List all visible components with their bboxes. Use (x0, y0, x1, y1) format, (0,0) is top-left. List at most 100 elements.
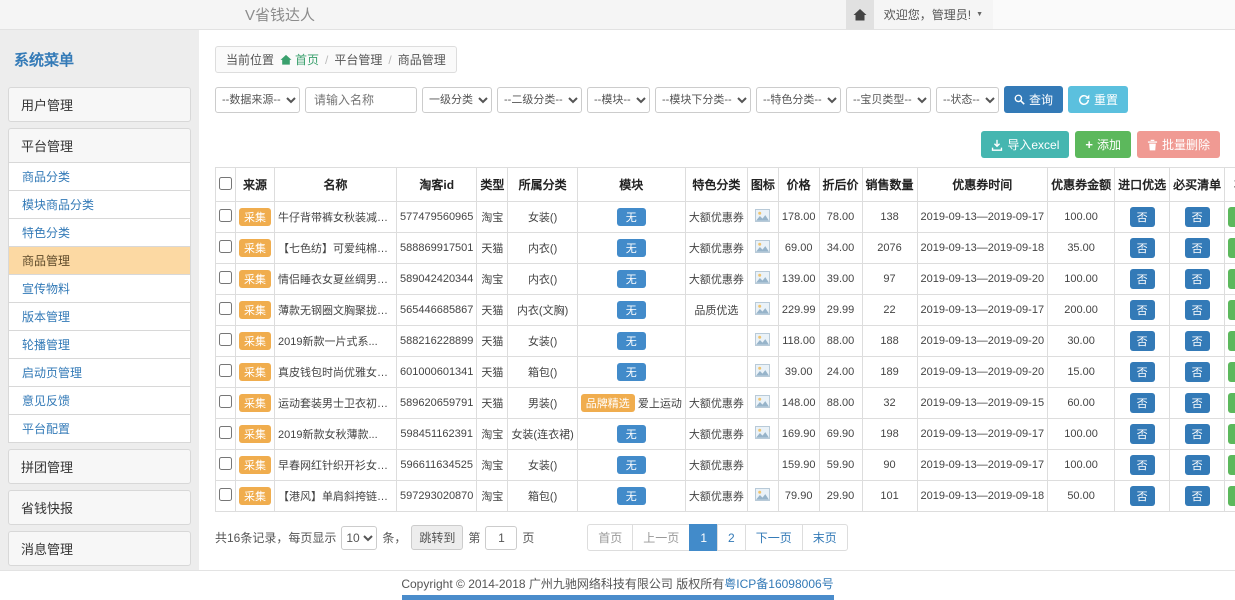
status-button[interactable]: 上架 (1228, 238, 1235, 258)
topbar-home-button[interactable] (846, 0, 874, 29)
sidebar-subitem-7[interactable]: 版本管理 (8, 303, 191, 331)
module-badge: 无 (617, 456, 646, 474)
column-header-0: 来源 (236, 168, 275, 202)
must-buy-toggle[interactable]: 否 (1185, 393, 1210, 413)
user-menu[interactable]: 欢迎您，管理员! ▼ (874, 6, 993, 23)
import-select-toggle[interactable]: 否 (1130, 331, 1155, 351)
status-button[interactable]: 上架 (1228, 393, 1235, 413)
import-select-toggle[interactable]: 否 (1130, 362, 1155, 382)
status-button[interactable]: 上架 (1228, 424, 1235, 444)
pager-button[interactable]: 2 (717, 524, 746, 551)
name-search-input[interactable] (305, 87, 417, 113)
icon-cell (747, 233, 778, 264)
add-button[interactable]: + 添加 (1075, 131, 1131, 158)
status-button[interactable]: 上架 (1228, 455, 1235, 475)
reset-button[interactable]: 重置 (1068, 86, 1128, 113)
sidebar-item-12[interactable]: 拼团管理 (8, 449, 191, 484)
sidebar-subitem-8[interactable]: 轮播管理 (8, 331, 191, 359)
search-button[interactable]: 查询 (1004, 86, 1063, 113)
sidebar-item-1[interactable]: 平台管理 (8, 128, 191, 163)
must-buy-toggle[interactable]: 否 (1185, 331, 1210, 351)
status-button[interactable]: 上架 (1228, 300, 1235, 320)
row-checkbox[interactable] (219, 209, 232, 222)
sidebar-subitem-11[interactable]: 平台配置 (8, 415, 191, 443)
import-select-toggle[interactable]: 否 (1130, 300, 1155, 320)
pager-button[interactable]: 末页 (802, 524, 848, 551)
sidebar-item-0[interactable]: 用户管理 (8, 87, 191, 122)
icon-cell (747, 264, 778, 295)
pager-button[interactable]: 上一页 (632, 524, 690, 551)
pager-button[interactable]: 下一页 (745, 524, 803, 551)
filter-select-1[interactable]: --二级分类-- (497, 87, 582, 113)
table-row: 采集真皮钱包时尚优雅女士...601000601341天猫箱包()无39.002… (216, 357, 1235, 388)
row-checkbox[interactable] (219, 426, 232, 439)
sidebar-subitem-2[interactable]: 商品分类 (8, 163, 191, 191)
must-buy-toggle[interactable]: 否 (1185, 238, 1210, 258)
row-checkbox[interactable] (219, 488, 232, 501)
pager-button[interactable]: 1 (689, 524, 718, 551)
sidebar-item-14[interactable]: 消息管理 (8, 531, 191, 566)
sidebar-subitem-6[interactable]: 宣传物料 (8, 275, 191, 303)
filter-select-5[interactable]: --宝贝类型-- (846, 87, 931, 113)
data-source-select[interactable]: --数据来源-- (215, 87, 300, 113)
status-button[interactable]: 上架 (1228, 362, 1235, 382)
sidebar-subitem-3[interactable]: 模块商品分类 (8, 191, 191, 219)
must-buy-toggle[interactable]: 否 (1185, 269, 1210, 289)
filter-select-2[interactable]: --模块-- (587, 87, 650, 113)
status-button[interactable]: 上架 (1228, 331, 1235, 351)
sidebar-subitem-10[interactable]: 意见反馈 (8, 387, 191, 415)
must-buy-toggle[interactable]: 否 (1185, 424, 1210, 444)
status-button[interactable]: 上架 (1228, 486, 1235, 506)
row-checkbox[interactable] (219, 271, 232, 284)
coupon-amount: 100.00 (1048, 202, 1115, 233)
import-excel-button[interactable]: 导入excel (981, 131, 1069, 158)
discount-price: 69.90 (819, 419, 862, 450)
sidebar-subitem-4[interactable]: 特色分类 (8, 219, 191, 247)
row-checkbox[interactable] (219, 395, 232, 408)
module-cell: 无 (577, 326, 685, 357)
icp-link[interactable]: 粤ICP备16098006号 (724, 577, 833, 591)
import-select-toggle[interactable]: 否 (1130, 393, 1155, 413)
breadcrumb-section[interactable]: 平台管理 (334, 51, 382, 68)
row-checkbox[interactable] (219, 302, 232, 315)
row-checkbox[interactable] (219, 364, 232, 377)
must-buy-toggle[interactable]: 否 (1185, 455, 1210, 475)
filter-select-0[interactable]: 一级分类 (422, 87, 492, 113)
taoke-id: 588869917501 (397, 233, 477, 264)
import-select-toggle[interactable]: 否 (1130, 207, 1155, 227)
module-cell: 无 (577, 233, 685, 264)
filter-select-6[interactable]: --状态-- (936, 87, 999, 113)
per-page-select[interactable]: 10 (341, 526, 377, 550)
status-button[interactable]: 上架 (1228, 207, 1235, 227)
import-select-toggle[interactable]: 否 (1130, 424, 1155, 444)
import-select-toggle[interactable]: 否 (1130, 455, 1155, 475)
select-all-checkbox[interactable] (219, 177, 232, 190)
sidebar-subitem-9[interactable]: 启动页管理 (8, 359, 191, 387)
breadcrumb-home-link[interactable]: 首页 (280, 51, 319, 68)
source-badge: 采集 (239, 270, 271, 288)
must-buy-toggle[interactable]: 否 (1185, 300, 1210, 320)
import-select-toggle[interactable]: 否 (1130, 486, 1155, 506)
status-button[interactable]: 上架 (1228, 269, 1235, 289)
row-checkbox[interactable] (219, 333, 232, 346)
sidebar-item-13[interactable]: 省钱快报 (8, 490, 191, 525)
image-icon (755, 364, 770, 377)
table-row: 采集薄款无钢圈文胸聚拢性...565446685867天猫内衣(文胸)无品质优选… (216, 295, 1235, 326)
category: 女装() (508, 202, 577, 233)
pager-button[interactable]: 首页 (587, 524, 633, 551)
row-checkbox[interactable] (219, 457, 232, 470)
must-buy-toggle[interactable]: 否 (1185, 362, 1210, 382)
sidebar-subitem-5[interactable]: 商品管理 (8, 247, 191, 275)
page-number-input[interactable] (485, 526, 517, 550)
image-icon (755, 302, 770, 315)
row-checkbox[interactable] (219, 240, 232, 253)
jump-button[interactable]: 跳转到 (411, 525, 463, 550)
must-buy-toggle[interactable]: 否 (1185, 207, 1210, 227)
import-select-toggle[interactable]: 否 (1130, 238, 1155, 258)
feature-category: 大额优惠券 (685, 264, 747, 295)
must-buy-toggle[interactable]: 否 (1185, 486, 1210, 506)
import-select-toggle[interactable]: 否 (1130, 269, 1155, 289)
batch-delete-button[interactable]: 批量删除 (1137, 131, 1220, 158)
filter-select-3[interactable]: --模块下分类-- (655, 87, 751, 113)
filter-select-4[interactable]: --特色分类-- (756, 87, 841, 113)
